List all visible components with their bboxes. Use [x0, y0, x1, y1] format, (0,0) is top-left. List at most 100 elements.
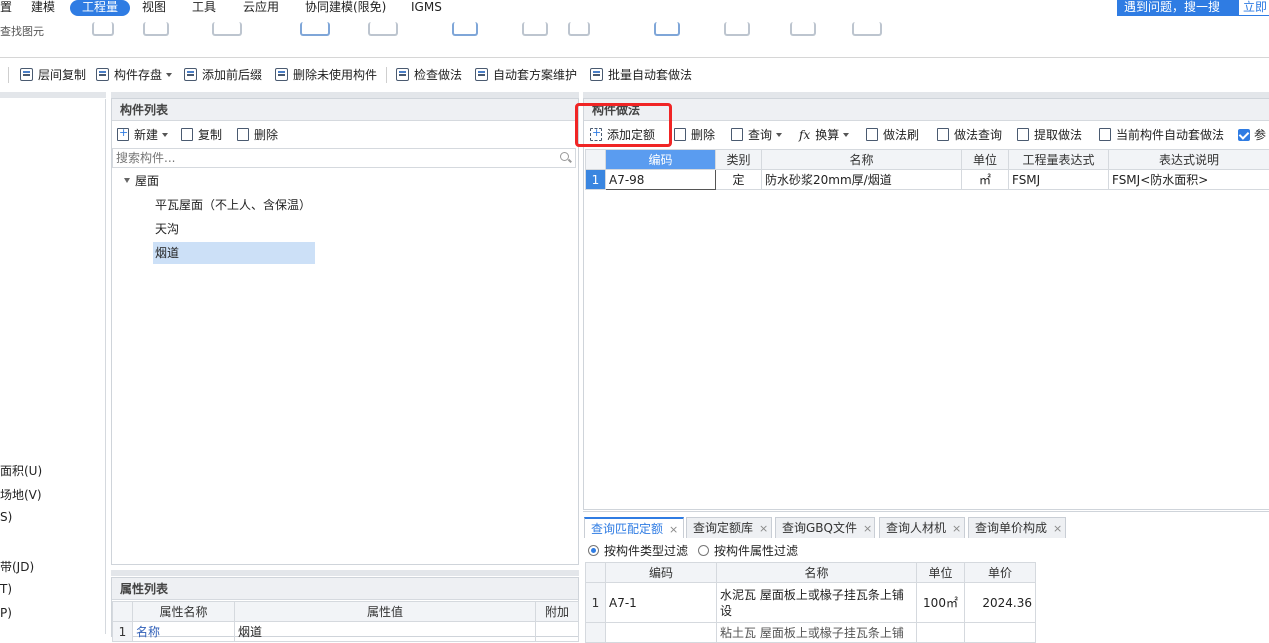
search-icon[interactable] [560, 152, 569, 161]
copy-component-button[interactable]: 复制 [181, 125, 222, 145]
ribbon-icon[interactable] [300, 22, 330, 36]
practice-header-name[interactable]: 名称 [762, 150, 962, 170]
left-list-item[interactable]: P) [0, 606, 12, 620]
ribbon-icon[interactable] [452, 22, 478, 36]
tab-labor-material[interactable]: 查询人材机× [879, 517, 965, 538]
ribbon-icon[interactable] [724, 22, 750, 36]
tab-gbq-file[interactable]: 查询GBQ文件× [775, 517, 875, 538]
table-row[interactable]: 1 A7-1 水泥瓦 屋面板上或椽子挂瓦条上铺 设 100㎡ 2024.36 [586, 583, 1036, 623]
reference-checkbox[interactable]: 参 [1238, 125, 1266, 145]
new-component-button[interactable]: 新建 [117, 125, 168, 145]
left-list-item[interactable]: 面积(U) [0, 462, 42, 479]
practice-name-cell[interactable]: 防水砂浆20mm厚/烟道 [762, 170, 962, 190]
practice-header-expr[interactable]: 工程量表达式 [1009, 150, 1109, 170]
close-icon[interactable]: × [759, 522, 768, 535]
query-code-cell[interactable]: A7-1 [606, 583, 717, 623]
tree-item-chimney[interactable]: 烟道 [153, 242, 315, 264]
delete-practice-button[interactable]: 删除 [674, 125, 715, 145]
auto-apply-button[interactable]: 当前构件自动套做法 [1099, 125, 1224, 145]
check-practice-button[interactable]: 检查做法 [396, 66, 462, 84]
ribbon-icon[interactable] [143, 22, 169, 36]
query-name-cell[interactable]: 水泥瓦 屋面板上或椽子挂瓦条上铺 设 [717, 583, 917, 623]
tree-item-tile-roof[interactable]: 平瓦屋面（不上人、含保温） [155, 194, 311, 216]
radio-selected-icon[interactable] [588, 545, 599, 556]
query-price-cell[interactable]: 2024.36 [965, 583, 1036, 623]
menu-item-tools[interactable]: 工具 [192, 0, 216, 16]
ribbon-find-label[interactable]: 查找图元 [0, 23, 44, 39]
add-prefix-suffix-button[interactable]: 添加前后缀 [184, 66, 262, 84]
left-list-item[interactable]: S) [0, 510, 12, 524]
row-number[interactable]: 1 [586, 170, 606, 190]
ribbon-icon[interactable] [568, 22, 590, 36]
practice-header-unit[interactable]: 单位 [962, 150, 1009, 170]
ribbon-icon[interactable] [654, 22, 680, 36]
filter-by-type-radio[interactable]: 按构件类型过滤 [588, 543, 688, 559]
query-header-price[interactable]: 单价 [965, 563, 1036, 583]
tab-unit-price[interactable]: 查询单价构成× [968, 517, 1066, 538]
table-row[interactable]: 粘土瓦 屋面板上或椽子挂瓦条上铺 [586, 623, 1036, 643]
menu-item-igms[interactable]: IGMS [411, 0, 442, 16]
menu-item-view[interactable]: 视图 [142, 0, 166, 16]
delete-unused-button[interactable]: 删除未使用构件 [275, 66, 377, 84]
ribbon-icon[interactable] [790, 22, 816, 36]
auto-scheme-button[interactable]: 自动套方案维护 [475, 66, 577, 84]
practice-header-code[interactable]: 编码 [606, 150, 716, 170]
component-search-input[interactable] [113, 149, 543, 167]
query-header-code[interactable]: 编码 [606, 563, 717, 583]
practice-query-button[interactable]: 做法查询 [937, 125, 1002, 145]
radio-unselected-icon[interactable] [698, 545, 709, 556]
ribbon-icon[interactable] [212, 22, 242, 36]
menu-item-modeling[interactable]: 建模 [31, 0, 55, 16]
left-list-item[interactable]: T) [0, 582, 12, 596]
property-name-cell[interactable]: 名称 [133, 622, 235, 642]
practice-unit-cell[interactable]: ㎡ [962, 170, 1009, 190]
component-save-button[interactable]: 构件存盘 [96, 66, 172, 84]
practice-type-cell[interactable]: 定 [716, 170, 762, 190]
floor-copy-button[interactable]: 层间复制 [20, 66, 86, 84]
filter-by-attr-radio[interactable]: 按构件属性过滤 [698, 543, 798, 559]
query-code-cell[interactable] [606, 623, 717, 643]
checkbox-checked-icon[interactable] [1238, 129, 1250, 141]
query-unit-cell[interactable] [917, 623, 965, 643]
component-search[interactable] [112, 148, 576, 168]
left-list-item[interactable]: 带(JD) [0, 558, 34, 575]
practice-expr-cell[interactable]: FSMJ [1009, 170, 1109, 190]
query-name-cell[interactable]: 粘土瓦 屋面板上或椽子挂瓦条上铺 [717, 623, 917, 643]
tree-item-gutter[interactable]: 天沟 [155, 218, 179, 240]
query-header-name[interactable]: 名称 [717, 563, 917, 583]
practice-brush-button[interactable]: 做法刷 [866, 125, 919, 145]
expand-triangle-icon[interactable] [124, 178, 130, 183]
practice-header-type[interactable]: 类别 [716, 150, 762, 170]
ribbon-icon[interactable] [852, 22, 882, 36]
property-extra-cell[interactable] [536, 622, 579, 642]
tab-quota-library[interactable]: 查询定额库× [686, 517, 772, 538]
property-value-cell[interactable]: 烟道 [235, 622, 536, 642]
menu-item-collab[interactable]: 协同建模(限免) [305, 0, 386, 16]
practice-code-cell[interactable]: A7-98 [606, 170, 716, 190]
menu-item-cloud[interactable]: 云应用 [243, 0, 279, 16]
extract-practice-button[interactable]: 提取做法 [1017, 125, 1082, 145]
ribbon-icon[interactable] [92, 22, 114, 36]
close-icon[interactable]: × [952, 522, 961, 535]
close-icon[interactable]: × [1053, 522, 1062, 535]
delete-component-button[interactable]: 删除 [237, 125, 278, 145]
tab-match-quota[interactable]: 查询匹配定额× [584, 517, 684, 538]
table-row[interactable]: 1 A7-98 定 防水砂浆20mm厚/烟道 ㎡ FSMJ FSMJ<防水面积> [586, 170, 1269, 190]
practice-header-desc[interactable]: 表达式说明 [1109, 150, 1269, 170]
close-icon[interactable]: × [669, 523, 678, 536]
batch-auto-button[interactable]: 批量自动套做法 [590, 66, 692, 84]
query-header-unit[interactable]: 单位 [917, 563, 965, 583]
help-search-button[interactable]: 立即 [1239, 0, 1269, 15]
query-unit-cell[interactable]: 100㎡ [917, 583, 965, 623]
menu-item-settings[interactable]: 置 [0, 0, 12, 16]
table-row[interactable]: 1 名称 烟道 [113, 622, 579, 642]
query-button[interactable]: 查询 [731, 125, 782, 145]
ribbon-icon[interactable] [368, 22, 398, 36]
ribbon-icon[interactable] [522, 22, 548, 36]
close-icon[interactable]: × [863, 522, 872, 535]
menu-item-quantity[interactable]: 工程量 [70, 0, 130, 16]
convert-button[interactable]: fx换算 [799, 125, 849, 145]
query-price-cell[interactable] [965, 623, 1036, 643]
tree-node-roof[interactable]: 屋面 [124, 170, 159, 192]
practice-desc-cell[interactable]: FSMJ<防水面积> [1109, 170, 1269, 190]
